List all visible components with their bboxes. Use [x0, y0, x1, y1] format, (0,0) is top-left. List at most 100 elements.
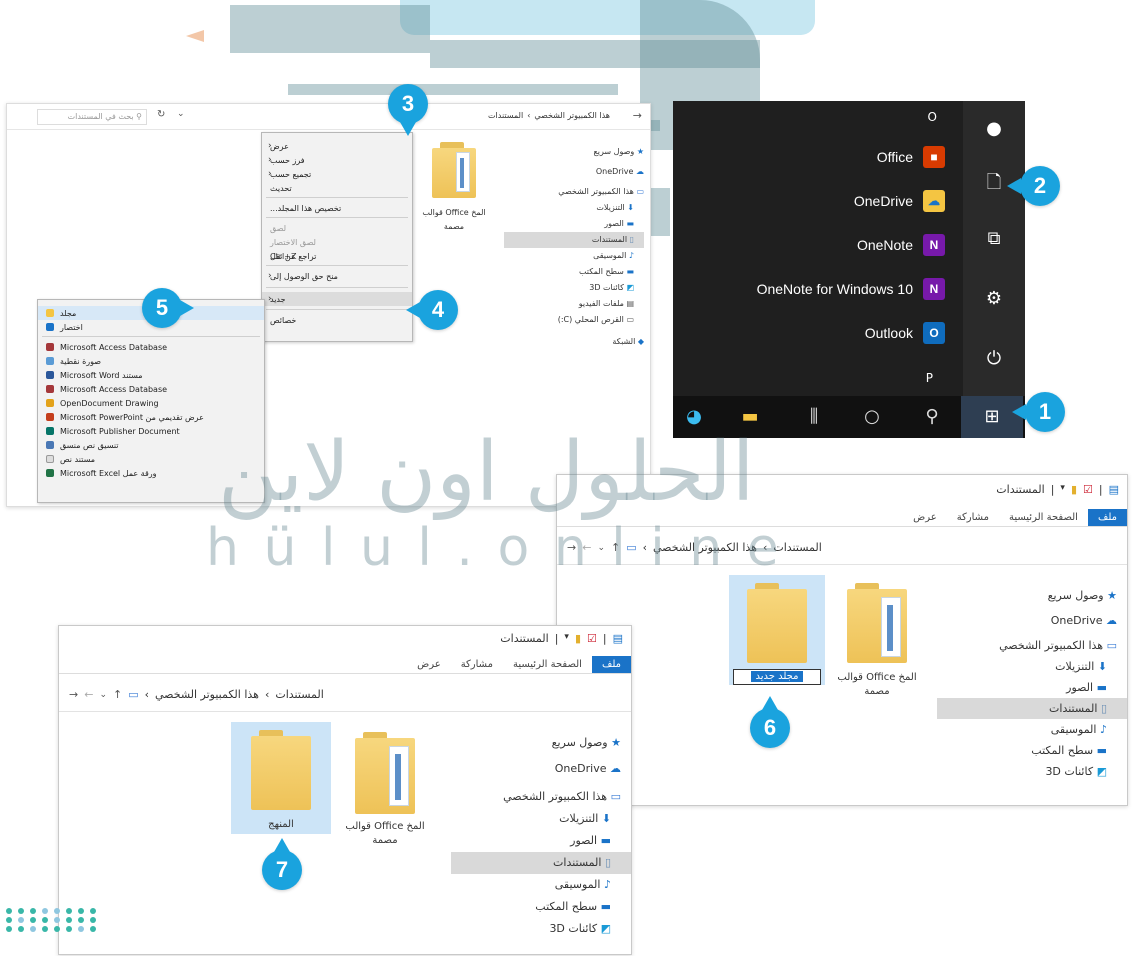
nav-documents[interactable]: ▯ المستندات — [451, 852, 631, 874]
nav-documents[interactable]: ▯ المستندات — [937, 698, 1127, 719]
app-office[interactable]: Office ■ — [877, 143, 945, 171]
refresh-icon[interactable]: ↻ — [157, 109, 165, 120]
nav-music[interactable]: ♪ الموسيقى — [937, 719, 1127, 740]
cortana-icon[interactable]: ○ — [859, 405, 885, 429]
app-onenote-win10[interactable]: OneNote for Windows 10 N — [757, 275, 945, 303]
power-icon[interactable]: ⏻ — [982, 347, 1006, 371]
dropdown-icon[interactable]: ▾ — [564, 632, 569, 645]
nav-this-pc[interactable]: ▭ هذا الكمبيوتر الشخصي — [504, 184, 644, 200]
tab-home[interactable]: الصفحة الرئيسية — [999, 509, 1088, 526]
cloud-icon: ☁ — [1106, 614, 1117, 627]
ctx-refresh[interactable]: تحديث — [262, 181, 412, 195]
folder-icon[interactable]: ▮ — [575, 632, 581, 645]
properties-icon[interactable]: ☑ — [587, 632, 597, 645]
ctx-give-access[interactable]: منح حق الوصول إلى ‹ — [262, 269, 412, 283]
user-icon[interactable]: ● — [982, 117, 1006, 141]
ctx-label: عرض — [270, 141, 289, 151]
folder-new[interactable] — [747, 583, 807, 663]
back-arrow-icon[interactable]: → — [633, 109, 642, 122]
pictures-icon[interactable]: ⧉ — [982, 227, 1006, 251]
nav-downloads[interactable]: ⬇ التنزيلات — [504, 200, 644, 216]
nav-desktop[interactable]: ▬ سطح المكتب — [451, 896, 631, 918]
nav-onedrive[interactable]: ☁ OneDrive — [937, 610, 1127, 631]
nav-this-pc[interactable]: ▭ هذا الكمبيوتر الشخصي — [451, 786, 631, 808]
settings-icon[interactable]: ⚙ — [982, 287, 1006, 311]
context-menu: عرض ‹ فرز حسب ‹ تجميع حسب ‹ تحديث تخصيص هذا… — [261, 132, 413, 342]
nav-downloads[interactable]: ⬇ التنزيلات — [937, 656, 1127, 677]
ctx-undo-move[interactable]: تراجع عن نقل Ctrl+Z — [262, 249, 412, 263]
app-onedrive[interactable]: OneDrive ☁ — [854, 187, 945, 215]
quick-access-toolbar-icon[interactable]: ▤ — [613, 632, 623, 645]
new-powerpoint-item[interactable]: عرض تقديمي من Microsoft PowerPoint — [38, 410, 264, 424]
tab-file[interactable]: ملف — [1087, 509, 1127, 526]
app-onenote[interactable]: OneNote N — [857, 231, 945, 259]
breadcrumb-documents[interactable]: المستندات — [275, 688, 323, 701]
tab-view[interactable]: عرض — [407, 656, 451, 673]
tab-view[interactable]: عرض — [903, 509, 947, 526]
new-word-item[interactable]: مستند Microsoft Word — [38, 368, 264, 382]
nav-desktop[interactable]: ▬ سطح المكتب — [937, 740, 1127, 761]
nav-3d-objects[interactable]: ◩ كائنات 3D — [451, 918, 631, 940]
nav-quick-access[interactable]: ★ وصول سريع — [937, 585, 1127, 606]
app-outlook[interactable]: Outlook O — [865, 319, 945, 347]
rename-input[interactable]: مجلد جديد — [733, 669, 821, 685]
nav-documents[interactable]: ▯ المستندات — [504, 232, 644, 248]
nav-onedrive[interactable]: ☁ OneDrive — [504, 164, 644, 180]
quick-access-toolbar-icon[interactable]: ▤ — [1109, 483, 1119, 496]
ctx-paste[interactable]: لصق — [262, 221, 412, 235]
documents-icon[interactable]: 🗋 — [982, 171, 1006, 195]
nav-3d-objects[interactable]: ◩ كائنات 3D — [937, 761, 1127, 782]
folder-curriculum[interactable] — [251, 730, 311, 810]
nav-music[interactable]: ♪ الموسيقى — [451, 874, 631, 896]
search-icon[interactable]: ⚲ — [919, 405, 945, 429]
new-bitmap-item[interactable]: صورة نقطية — [38, 354, 264, 368]
nav-pictures[interactable]: ▬ الصور — [937, 677, 1127, 698]
tab-share[interactable]: مشاركة — [451, 656, 503, 673]
ctx-label: تجميع حسب — [270, 169, 312, 179]
properties-icon[interactable]: ☑ — [1083, 483, 1093, 496]
nav-local-disk[interactable]: ▭ القرص المحلي (C:) — [504, 312, 644, 328]
search-field[interactable]: ⚲ بحث في المستندات — [37, 109, 147, 125]
tab-share[interactable]: مشاركة — [947, 509, 999, 526]
forward-arrow-icon[interactable]: ← — [84, 688, 93, 701]
folder-office-templates[interactable] — [847, 583, 907, 663]
ctx-group-by[interactable]: تجميع حسب ‹ — [262, 167, 412, 181]
nav-network[interactable]: ◆ الشبكة — [504, 334, 644, 350]
star-icon: ★ — [611, 736, 621, 749]
nav-pictures[interactable]: ▬ الصور — [504, 216, 644, 232]
ctx-sort-by[interactable]: فرز حسب ‹ — [262, 153, 412, 167]
up-arrow-icon[interactable]: ↑ — [113, 688, 122, 701]
nav-quick-access[interactable]: ★ وصول سريع — [504, 144, 644, 160]
folder-office-templates[interactable] — [355, 732, 415, 814]
nav-this-pc[interactable]: ▭ هذا الكمبيوتر الشخصي — [937, 635, 1127, 656]
breadcrumb-this-pc[interactable]: هذا الكمبيوتر الشخصي — [534, 111, 610, 120]
nav-downloads[interactable]: ⬇ التنزيلات — [451, 808, 631, 830]
dropdown-icon[interactable]: ⌄ — [177, 109, 185, 119]
breadcrumb-this-pc[interactable]: هذا الكمبيوتر الشخصي — [155, 688, 259, 701]
tab-file[interactable]: ملف — [591, 656, 631, 673]
task-view-icon[interactable]: ⫼ — [801, 405, 827, 429]
ctx-customize-folder[interactable]: تخصيص هذا المجلد... — [262, 201, 412, 215]
tab-home[interactable]: الصفحة الرئيسية — [503, 656, 592, 673]
nav-music[interactable]: ♪ الموسيقى — [504, 248, 644, 264]
folder-icon[interactable]: ▮ — [1071, 483, 1077, 496]
ctx-view[interactable]: عرض ‹ — [262, 139, 412, 153]
nav-quick-access[interactable]: ★ وصول سريع — [451, 732, 631, 754]
ctx-new[interactable]: جديد ‹ — [262, 292, 412, 306]
nav-onedrive[interactable]: ☁ OneDrive — [451, 758, 631, 780]
back-arrow-icon[interactable]: → — [69, 688, 78, 701]
breadcrumb-documents[interactable]: المستندات — [488, 111, 523, 120]
dropdown-icon[interactable]: ▾ — [1060, 483, 1065, 496]
new-odg-item[interactable]: OpenDocument Drawing — [38, 396, 264, 410]
nav-pictures[interactable]: ▬ الصور — [451, 830, 631, 852]
recent-dropdown-icon[interactable]: ⌄ — [99, 690, 107, 700]
folder-label: المخ Office قوالب مصمة — [422, 208, 486, 231]
new-access-db-item[interactable]: Microsoft Access Database — [38, 340, 264, 354]
nav-desktop[interactable]: ▬ سطح المكتب — [504, 264, 644, 280]
ctx-paste-shortcut[interactable]: لصق الاختصار — [262, 235, 412, 249]
folder-office-templates[interactable] — [432, 142, 476, 198]
new-access-db-item-2[interactable]: Microsoft Access Database — [38, 382, 264, 396]
ctx-properties[interactable]: خصائص — [262, 313, 412, 327]
nav-videos[interactable]: ▤ ملفات الفيديو — [504, 296, 644, 312]
nav-3d-objects[interactable]: ◩ كائنات 3D — [504, 280, 644, 296]
